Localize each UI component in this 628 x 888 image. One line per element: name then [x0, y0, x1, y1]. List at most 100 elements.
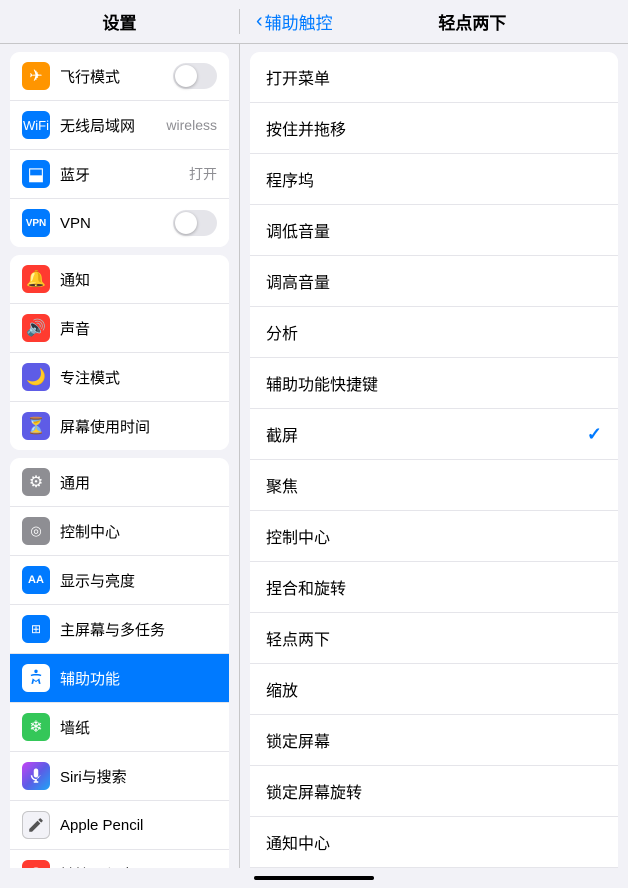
- sidebar-item-control-center[interactable]: ◎ 控制中心: [10, 507, 229, 556]
- right-panel: 打开菜单 按住并拖移 程序坞 调低音量 调高音量 分析 辅助功能快捷键 截屏: [240, 44, 628, 868]
- sidebar-item-touchid[interactable]: ☉ 触控ID与密码: [10, 850, 229, 868]
- item-label: 调低音量: [266, 218, 602, 242]
- item-label: 截屏: [266, 422, 587, 446]
- item-label: 缩放: [266, 677, 602, 701]
- checkmark-icon: ✓: [587, 424, 602, 445]
- wifi-icon: WiFi: [22, 111, 50, 139]
- airplane-toggle[interactable]: [173, 63, 217, 89]
- item-label: 轻点两下: [266, 626, 602, 650]
- sidebar-item-label: Siri与搜索: [60, 766, 217, 787]
- back-chevron-icon: ‹: [256, 10, 263, 33]
- sidebar-item-airplane[interactable]: ✈ 飞行模式: [10, 52, 229, 101]
- sidebar-item-label: 屏幕使用时间: [60, 416, 217, 437]
- sidebar-section-system: ⚙ 通用 ◎ 控制中心 AA 显示与亮度 ⊞ 主屏幕与多任务 辅助功能: [10, 458, 229, 868]
- item-label: 控制中心: [266, 524, 602, 548]
- right-header: ‹ 辅助触控 轻点两下: [240, 9, 628, 34]
- sidebar-item-label: 声音: [60, 318, 217, 339]
- sidebar-item-wallpaper[interactable]: ❄ 墙纸: [10, 703, 229, 752]
- sidebar-item-label: 墙纸: [60, 717, 217, 738]
- home-screen-icon: ⊞: [22, 615, 50, 643]
- sidebar-item-label: 主屏幕与多任务: [60, 619, 217, 640]
- sidebar-item-label: 蓝牙: [60, 164, 189, 185]
- sidebar-item-accessibility[interactable]: 辅助功能: [10, 654, 229, 703]
- wallpaper-icon: ❄: [22, 713, 50, 741]
- sidebar-section-connectivity: ✈ 飞行模式 WiFi 无线局域网 wireless ⬓ 蓝牙 打开 VPN V…: [10, 52, 229, 247]
- right-item-notification-center[interactable]: 通知中心: [250, 817, 618, 868]
- sidebar-item-screen-time[interactable]: ⏳ 屏幕使用时间: [10, 402, 229, 450]
- item-label: 锁定屏幕旋转: [266, 779, 602, 803]
- sidebar-item-focus[interactable]: 🌙 专注模式: [10, 353, 229, 402]
- wifi-value: wireless: [166, 117, 217, 133]
- right-item-pinch-rotate[interactable]: 捏合和旋转: [250, 562, 618, 613]
- item-label: 辅助功能快捷键: [266, 371, 602, 395]
- sidebar: ✈ 飞行模式 WiFi 无线局域网 wireless ⬓ 蓝牙 打开 VPN V…: [0, 44, 240, 868]
- item-label: 程序坞: [266, 167, 602, 191]
- airplane-icon: ✈: [22, 62, 50, 90]
- right-item-accessibility-shortcut[interactable]: 辅助功能快捷键: [250, 358, 618, 409]
- sidebar-item-label: 专注模式: [60, 367, 217, 388]
- back-label: 辅助触控: [265, 9, 333, 34]
- bottom-bar-container: [0, 868, 628, 888]
- sidebar-item-label: 通知: [60, 269, 217, 290]
- sidebar-header: 设置: [0, 9, 240, 34]
- right-item-zoom[interactable]: 缩放: [250, 664, 618, 715]
- sidebar-item-label: 飞行模式: [60, 66, 173, 87]
- sidebar-section-notifications: 🔔 通知 🔊 声音 🌙 专注模式 ⏳ 屏幕使用时间: [10, 255, 229, 450]
- sidebar-item-label: 显示与亮度: [60, 570, 217, 591]
- sound-icon: 🔊: [22, 314, 50, 342]
- vpn-toggle[interactable]: [173, 210, 217, 236]
- bluetooth-icon: ⬓: [22, 160, 50, 188]
- home-indicator: [254, 876, 374, 880]
- item-label: 通知中心: [266, 830, 602, 854]
- sidebar-item-vpn[interactable]: VPN VPN: [10, 199, 229, 247]
- siri-icon: [22, 762, 50, 790]
- general-icon: ⚙: [22, 468, 50, 496]
- accessibility-icon: [22, 664, 50, 692]
- item-label: 打开菜单: [266, 65, 602, 89]
- screen-time-icon: ⏳: [22, 412, 50, 440]
- right-item-control-center[interactable]: 控制中心: [250, 511, 618, 562]
- pencil-icon: [22, 811, 50, 839]
- sidebar-item-label: 无线局域网: [60, 115, 166, 136]
- item-label: 分析: [266, 320, 602, 344]
- sidebar-item-label: Apple Pencil: [60, 817, 217, 834]
- right-item-double-tap[interactable]: 轻点两下: [250, 613, 618, 664]
- sidebar-item-display[interactable]: AA 显示与亮度: [10, 556, 229, 605]
- item-label: 聚焦: [266, 473, 602, 497]
- sidebar-item-general[interactable]: ⚙ 通用: [10, 458, 229, 507]
- sidebar-item-pencil[interactable]: Apple Pencil: [10, 801, 229, 850]
- sidebar-item-siri[interactable]: Siri与搜索: [10, 752, 229, 801]
- touchid-icon: ☉: [22, 860, 50, 868]
- right-item-vol-up[interactable]: 调高音量: [250, 256, 618, 307]
- item-label: 按住并拖移: [266, 116, 602, 140]
- right-item-focus[interactable]: 聚焦: [250, 460, 618, 511]
- item-label: 捏合和旋转: [266, 575, 602, 599]
- right-item-analytics[interactable]: 分析: [250, 307, 618, 358]
- sidebar-item-label: 控制中心: [60, 521, 217, 542]
- bluetooth-value: 打开: [189, 164, 217, 184]
- sidebar-item-notification[interactable]: 🔔 通知: [10, 255, 229, 304]
- sidebar-item-label: VPN: [60, 215, 173, 232]
- sidebar-item-wifi[interactable]: WiFi 无线局域网 wireless: [10, 101, 229, 150]
- back-button[interactable]: ‹ 辅助触控: [256, 9, 333, 34]
- sidebar-item-label: 通用: [60, 472, 217, 493]
- settings-title: 设置: [103, 9, 137, 34]
- main-content: ✈ 飞行模式 WiFi 无线局域网 wireless ⬓ 蓝牙 打开 VPN V…: [0, 44, 628, 868]
- notification-icon: 🔔: [22, 265, 50, 293]
- right-item-dock[interactable]: 程序坞: [250, 154, 618, 205]
- right-item-open-menu[interactable]: 打开菜单: [250, 52, 618, 103]
- right-item-lock-screen[interactable]: 锁定屏幕: [250, 715, 618, 766]
- right-item-press-drag[interactable]: 按住并拖移: [250, 103, 618, 154]
- right-item-capture-screen[interactable]: 截屏 ✓: [250, 409, 618, 460]
- sidebar-item-label: 辅助功能: [60, 668, 217, 689]
- header: 设置 ‹ 辅助触控 轻点两下: [0, 0, 628, 44]
- right-item-lock-rotation[interactable]: 锁定屏幕旋转: [250, 766, 618, 817]
- focus-icon: 🌙: [22, 363, 50, 391]
- right-item-vol-down[interactable]: 调低音量: [250, 205, 618, 256]
- sidebar-item-sound[interactable]: 🔊 声音: [10, 304, 229, 353]
- sidebar-item-bluetooth[interactable]: ⬓ 蓝牙 打开: [10, 150, 229, 199]
- item-label: 锁定屏幕: [266, 728, 602, 752]
- vpn-icon: VPN: [22, 209, 50, 237]
- right-list: 打开菜单 按住并拖移 程序坞 调低音量 调高音量 分析 辅助功能快捷键 截屏: [250, 52, 618, 868]
- sidebar-item-home-screen[interactable]: ⊞ 主屏幕与多任务: [10, 605, 229, 654]
